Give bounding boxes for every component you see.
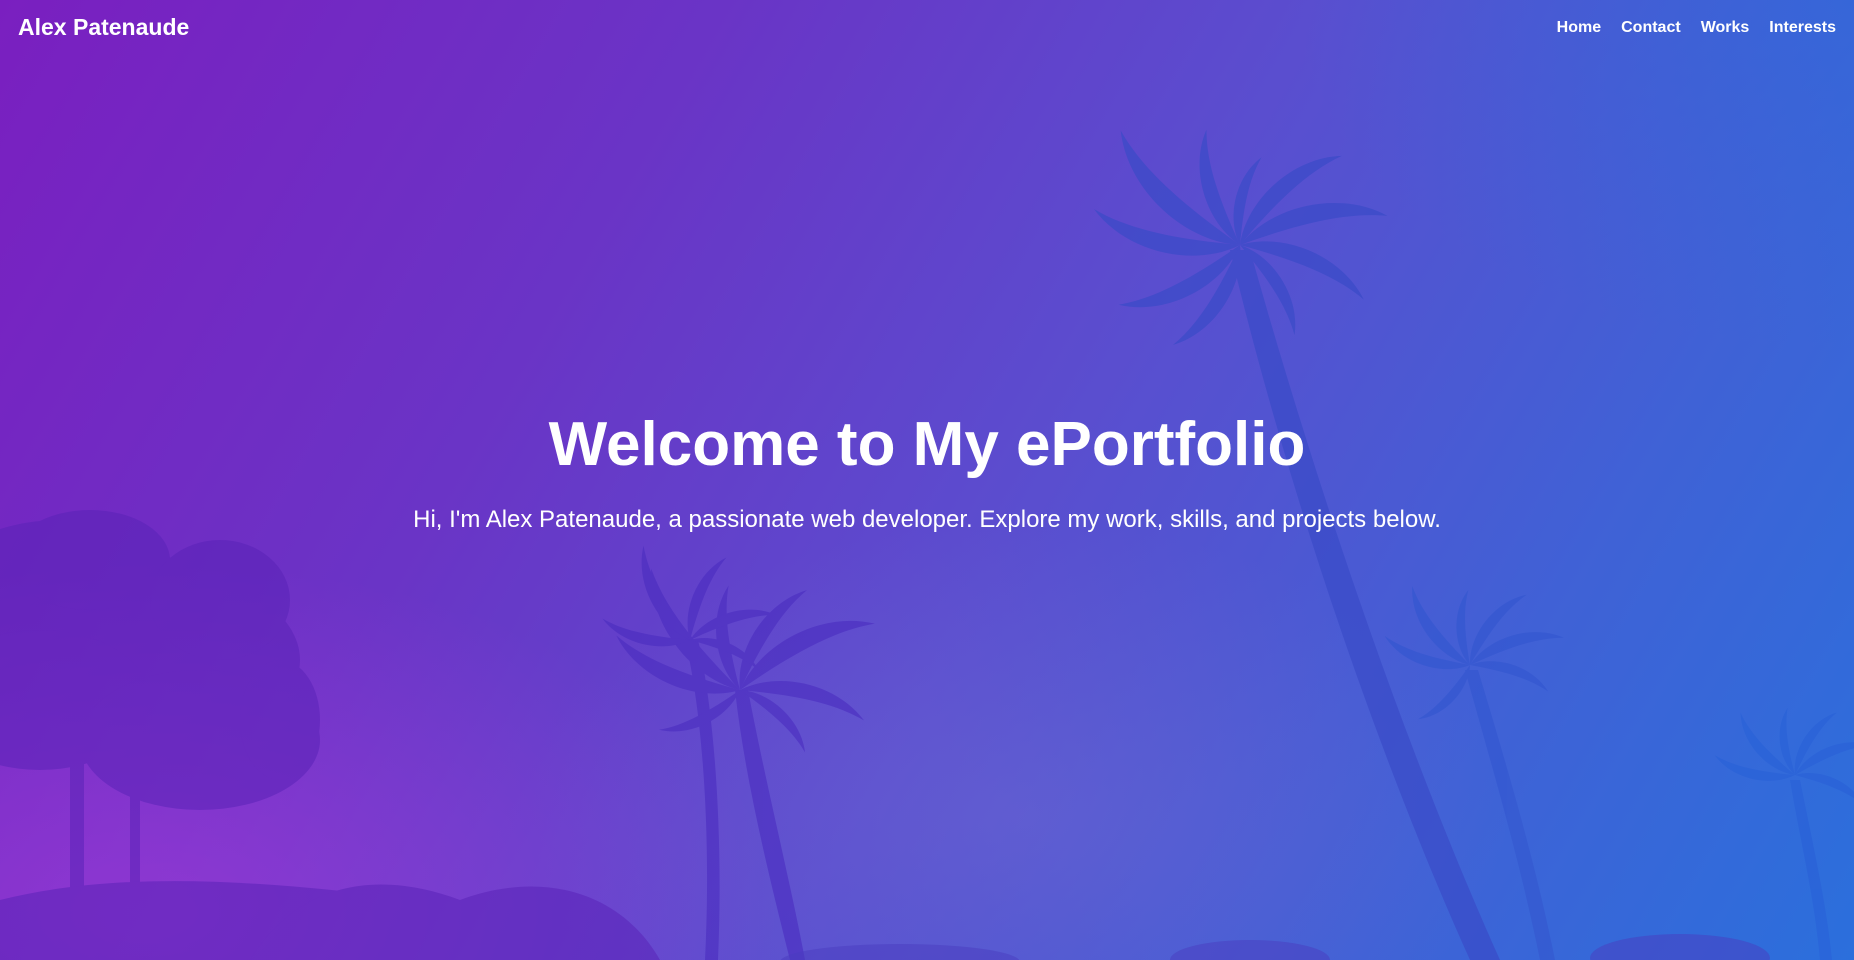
center-palm-silhouette (599, 545, 875, 960)
ground-shrubs-silhouette (780, 934, 1770, 960)
nav-item-interests: Interests (1769, 18, 1836, 38)
nav-link-home[interactable]: Home (1557, 19, 1601, 36)
hero-subtitle: Hi, I'm Alex Patenaude, a passionate web… (413, 506, 1441, 533)
nav-item-home: Home (1557, 18, 1601, 38)
tall-palm-silhouette (1088, 129, 1500, 960)
nav-item-works: Works (1701, 18, 1750, 38)
left-tree-silhouette (0, 510, 660, 960)
nav-item-contact: Contact (1621, 18, 1681, 38)
nav-link-works[interactable]: Works (1701, 19, 1750, 36)
nav-link-interests[interactable]: Interests (1769, 19, 1836, 36)
hero-content: Welcome to My ePortfolio Hi, I'm Alex Pa… (0, 405, 1854, 535)
nav-links: Home Contact Works Interests (1557, 18, 1836, 38)
far-right-palm-silhouette (1711, 704, 1854, 960)
nav-link-contact[interactable]: Contact (1621, 19, 1681, 36)
hero-title: Welcome to My ePortfolio (548, 410, 1306, 479)
top-navbar: Alex Patenaude Home Contact Works Intere… (0, 0, 1854, 56)
hero-section: Alex Patenaude Home Contact Works Intere… (0, 0, 1854, 960)
site-brand[interactable]: Alex Patenaude (18, 13, 189, 41)
